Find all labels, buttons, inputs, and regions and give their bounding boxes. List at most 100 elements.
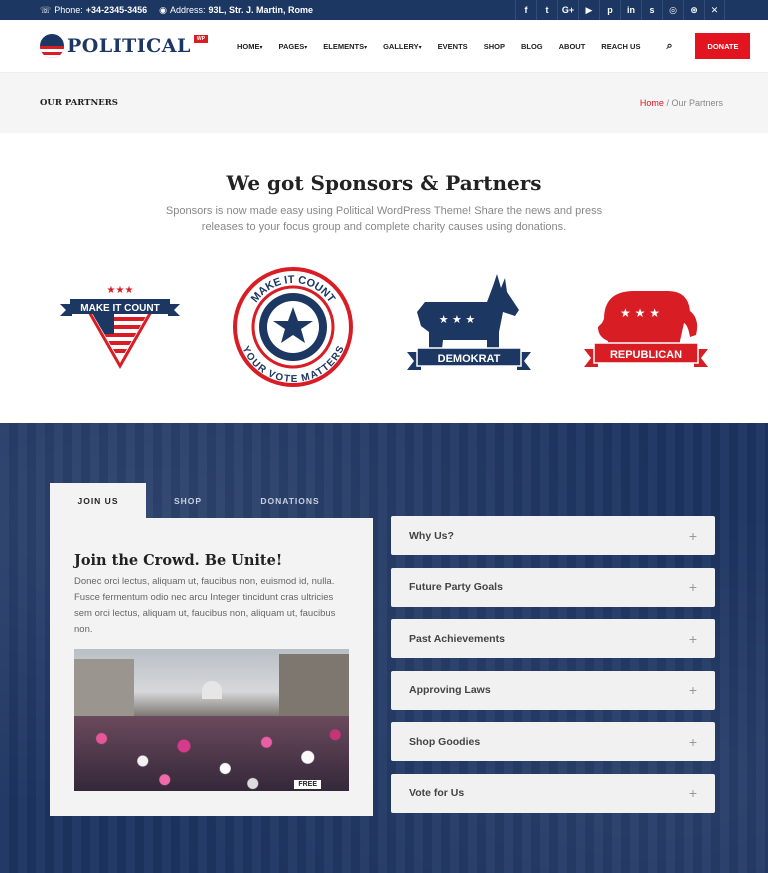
page-title-bar: OUR PARTNERS Home / Our Partners: [0, 73, 768, 133]
vote-badge-logo[interactable]: MAKE IT COUNT YOUR VOTE MATTERS: [233, 267, 354, 387]
join-section: JOIN US SHOP DONATIONS Join the Crowd. B…: [0, 423, 768, 873]
main-nav: HOME▾ PAGES▾ ELEMENTS▾ GALLERY▾ EVENTS SHOP BL…: [237, 42, 656, 51]
plus-icon: +: [688, 630, 697, 647]
tab-donations[interactable]: DONATIONS: [230, 483, 350, 519]
logo-badge: WP: [193, 35, 208, 43]
accordion-item[interactable]: Shop Goodies +: [391, 722, 715, 761]
nav-item-reach-us[interactable]: REACH US: [601, 42, 640, 51]
dribbble-icon[interactable]: ⊛: [683, 0, 704, 20]
chevron-down-icon: ▾: [418, 44, 422, 51]
panel-heading: Join the Crowd. Be Unite!: [74, 552, 283, 569]
nav-item-about[interactable]: ABOUT: [559, 42, 586, 51]
nav-item-elements[interactable]: ELEMENTS▾: [323, 42, 367, 51]
tab-bar: JOIN US SHOP DONATIONS: [50, 483, 350, 519]
linkedin-icon[interactable]: in: [620, 0, 641, 20]
demokrat-logo[interactable]: ★ ★ ★ DEMOKRAT: [406, 272, 531, 382]
skype-icon[interactable]: s: [641, 0, 662, 20]
instagram-icon[interactable]: ◎: [662, 0, 683, 20]
make-it-count-text: MAKE IT COUNT: [80, 303, 159, 314]
logo-text: POLITICAL: [67, 35, 191, 57]
sponsors-heading: We got Sponsors & Partners: [226, 171, 542, 195]
social-links: f t G+ ▶ p in s ◎ ⊛ ✕: [515, 0, 725, 20]
plus-icon: +: [688, 527, 697, 544]
address-text: 93L, Str. J. Martin, Rome: [208, 5, 314, 15]
panel-text: Donec orci lectus, aliquam ut, faucibus …: [74, 576, 336, 635]
nav-item-label: REACH US: [601, 41, 641, 51]
nav-item-blog[interactable]: BLOG: [521, 42, 543, 51]
location-pin-icon: ◉: [159, 4, 167, 15]
nav-item-gallery[interactable]: GALLERY▾: [383, 42, 422, 51]
accordion-item-label: Approving Laws: [409, 684, 491, 696]
address-info: ◉ Address: 93L, Str. J. Martin, Rome: [159, 5, 313, 16]
nav-item-pages[interactable]: PAGES▾: [279, 42, 308, 51]
accordion-item-label: Past Achievements: [409, 632, 505, 645]
plus-icon: +: [688, 579, 697, 595]
nav-item-events[interactable]: EVENTS: [438, 42, 468, 51]
accordion-item[interactable]: Past Achievements +: [391, 619, 715, 658]
twitter-icon[interactable]: t: [536, 0, 557, 20]
accordion-item-label: Shop Goodies: [409, 735, 481, 748]
make-it-count-logo[interactable]: ★★★ MAKE IT COUNT: [60, 282, 180, 372]
republican-text: REPUBLICAN: [610, 349, 682, 361]
nav-item-label: PAGES: [278, 41, 305, 51]
accordion-item[interactable]: Future Party Goals +: [391, 567, 715, 607]
address-label: Address:: [169, 5, 206, 15]
chevron-down-icon: ▾: [259, 44, 263, 51]
demokrat-text: DEMOKRAT: [437, 353, 500, 365]
phone-number[interactable]: +34-2345-3456: [86, 5, 147, 15]
partner-logos: ★★★ MAKE IT COUNT MAKE IT COUNT YOUR VOT…: [0, 267, 768, 387]
pinterest-icon[interactable]: p: [599, 0, 620, 20]
phone-icon: ☏: [40, 4, 52, 15]
march-photo: FREE: [74, 649, 349, 791]
facebook-icon[interactable]: f: [515, 0, 536, 20]
breadcrumb-separator: /: [666, 98, 669, 108]
page-title: OUR PARTNERS: [40, 98, 118, 108]
nav-item-shop[interactable]: SHOP: [484, 42, 505, 51]
accordion-item-label: Vote for Us: [409, 787, 465, 799]
phone-label: Phone:: [54, 5, 83, 15]
photo-sign: FREE: [294, 780, 321, 789]
nav-item-label: HOME: [237, 41, 260, 51]
tab-join-us[interactable]: JOIN US: [50, 483, 146, 519]
svg-text:★★★: ★★★: [107, 285, 134, 296]
plus-icon: +: [688, 785, 697, 801]
youtube-icon[interactable]: ▶: [578, 0, 599, 20]
extra-social-icon[interactable]: ✕: [704, 0, 725, 20]
accordion-item-label: Future Party Goals: [409, 581, 503, 593]
nav-item-home[interactable]: HOME▾: [237, 42, 263, 51]
breadcrumb-current: Our Partners: [671, 98, 723, 108]
google-plus-icon[interactable]: G+: [557, 0, 578, 20]
nav-item-label: ELEMENTS: [323, 41, 365, 51]
accordion: Why Us? + Future Party Goals + Past Achievem…: [391, 516, 715, 825]
top-bar: ☏ Phone: +34-2345-3456 ◉ Address: 93L, S…: [0, 0, 768, 20]
photo-capitol-dome: [202, 681, 222, 699]
search-icon[interactable]: ⌕: [666, 40, 678, 52]
site-logo[interactable]: POLITICAL WP: [40, 34, 230, 58]
breadcrumb-home-link[interactable]: Home: [640, 98, 664, 108]
sponsors-section: We got Sponsors & Partners Sponsors is n…: [0, 133, 768, 423]
plus-icon: +: [688, 733, 697, 750]
accordion-item[interactable]: Approving Laws +: [391, 670, 715, 710]
accordion-item[interactable]: Vote for Us +: [391, 773, 715, 813]
main-header: POLITICAL WP HOME▾ PAGES▾ ELEMENTS▾ GALLERY…: [0, 20, 768, 73]
tab-shop[interactable]: SHOP: [146, 483, 230, 519]
join-panel: Join the Crowd. Be Unite! Donec orci lec…: [50, 518, 373, 816]
chevron-down-icon: ▾: [364, 44, 368, 51]
donate-button[interactable]: DONATE: [695, 33, 751, 59]
svg-text:★ ★ ★: ★ ★ ★: [438, 313, 475, 326]
plus-icon: +: [688, 682, 697, 698]
nav-item-label: SHOP: [483, 41, 505, 51]
nav-item-label: GALLERY: [383, 41, 419, 51]
flag-logo-icon: [40, 34, 64, 58]
chevron-down-icon: ▾: [304, 44, 308, 51]
phone-info: ☏ Phone: +34-2345-3456: [40, 5, 147, 16]
republican-logo[interactable]: ★ ★ ★ REPUBLICAN: [583, 279, 708, 375]
accordion-item-label: Why Us?: [409, 529, 454, 542]
nav-item-label: ABOUT: [558, 41, 586, 51]
nav-item-label: BLOG: [520, 41, 543, 51]
sponsors-text: Sponsors is now made easy using Politica…: [165, 205, 603, 233]
svg-text:★ ★ ★: ★ ★ ★: [620, 306, 660, 320]
accordion-item[interactable]: Why Us? +: [391, 516, 715, 555]
breadcrumb: Home / Our Partners: [640, 98, 723, 108]
nav-item-label: EVENTS: [437, 41, 468, 51]
